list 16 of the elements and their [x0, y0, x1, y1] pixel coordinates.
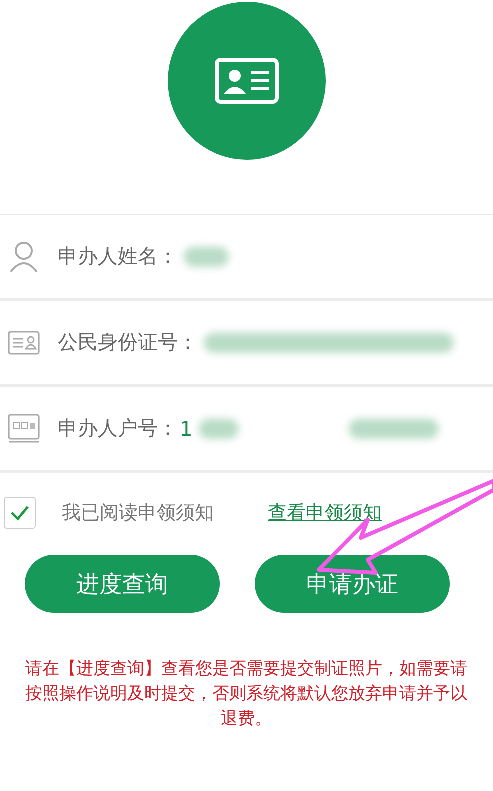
- progress-query-button[interactable]: 进度查询: [25, 555, 220, 613]
- notice-link[interactable]: 查看申领须知: [268, 500, 382, 526]
- checkbox[interactable]: [4, 497, 36, 529]
- field-label: 申办人姓名：: [58, 243, 178, 270]
- redacted-value: [184, 246, 229, 266]
- notice-text: 请在【进度查询】查看您是否需要提交制证照片，如需要请按照操作说明及时提交，否则系统将默认您放弃申请并予以退费。: [24, 658, 468, 731]
- id-card-icon: [8, 330, 40, 354]
- booklet-icon: [8, 414, 40, 444]
- person-icon: [8, 240, 40, 272]
- field-value: 1: [180, 416, 193, 440]
- field-label: 公民身份证号：: [58, 329, 198, 356]
- apply-button[interactable]: 申请办证: [255, 555, 450, 613]
- redacted-value: [198, 418, 239, 438]
- check-icon: [10, 505, 30, 521]
- agreement-label: 我已阅读申领须知: [62, 501, 214, 526]
- field-label: 申办人户号：: [58, 415, 178, 442]
